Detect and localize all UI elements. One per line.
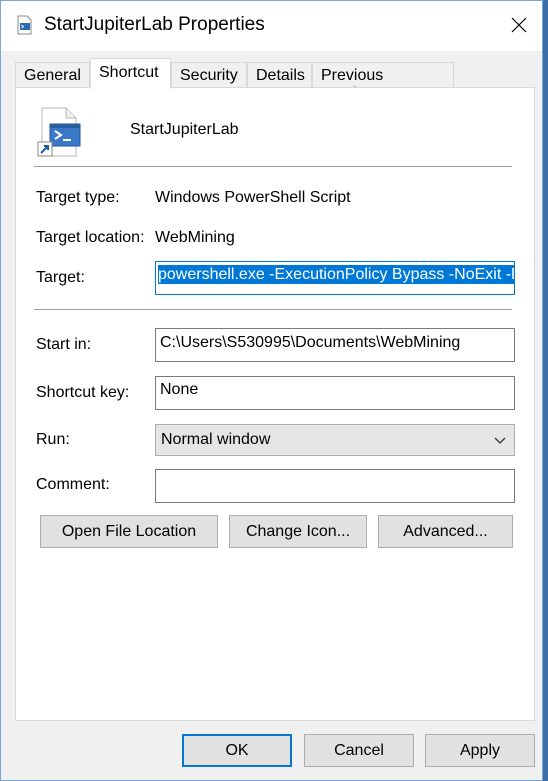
comment-input[interactable]: [155, 469, 515, 503]
run-label: Run:: [36, 431, 70, 448]
shortcut-key-input[interactable]: None: [155, 376, 515, 410]
cancel-button[interactable]: Cancel: [304, 734, 414, 767]
properties-dialog: StartJupiterLab Properties General Short…: [0, 0, 543, 781]
shortcut-key-label: Shortcut key:: [36, 384, 130, 401]
title-bar: StartJupiterLab Properties: [1, 1, 542, 51]
target-type-value: Windows PowerShell Script: [155, 189, 351, 206]
tab-previous-versions[interactable]: Previous Versions: [312, 62, 454, 102]
target-type-label: Target type:: [36, 189, 120, 206]
start-in-label: Start in:: [36, 336, 92, 353]
apply-button[interactable]: Apply: [425, 734, 535, 767]
script-file-icon: [15, 15, 35, 35]
tab-details[interactable]: Details: [247, 62, 312, 88]
target-input[interactable]: powershell.exe -ExecutionPolicy Bypass -…: [155, 261, 515, 295]
target-label: Target:: [36, 269, 85, 286]
window-title: StartJupiterLab Properties: [44, 14, 265, 35]
tab-strip: General Shortcut Security Details Previo…: [15, 58, 535, 102]
tab-shortcut[interactable]: Shortcut: [90, 58, 171, 89]
start-in-input[interactable]: C:\Users\S530995\Documents\WebMining: [155, 328, 515, 362]
separator: [34, 166, 512, 167]
target-selected-text: powershell.exe -ExecutionPolicy Bypass -…: [158, 265, 514, 284]
tab-security[interactable]: Security: [171, 62, 247, 88]
change-icon-button[interactable]: Change Icon...: [229, 515, 367, 548]
advanced-button[interactable]: Advanced...: [378, 515, 513, 548]
powershell-script-icon: [36, 106, 84, 158]
chevron-down-icon: [494, 437, 506, 444]
target-location-value: WebMining: [155, 229, 235, 246]
comment-label: Comment:: [36, 476, 110, 493]
run-selected-value: Normal window: [161, 431, 271, 448]
target-location-label: Target location:: [36, 229, 145, 246]
close-button[interactable]: [496, 1, 542, 49]
close-icon: [511, 17, 527, 33]
run-dropdown[interactable]: Normal window: [155, 424, 515, 456]
separator: [34, 309, 512, 310]
tab-general[interactable]: General: [15, 62, 90, 88]
open-file-location-button[interactable]: Open File Location: [40, 515, 218, 548]
shortcut-name: StartJupiterLab: [130, 121, 239, 138]
ok-button[interactable]: OK: [182, 734, 292, 767]
shortcut-panel: StartJupiterLab Target type: Windows Pow…: [15, 87, 535, 721]
